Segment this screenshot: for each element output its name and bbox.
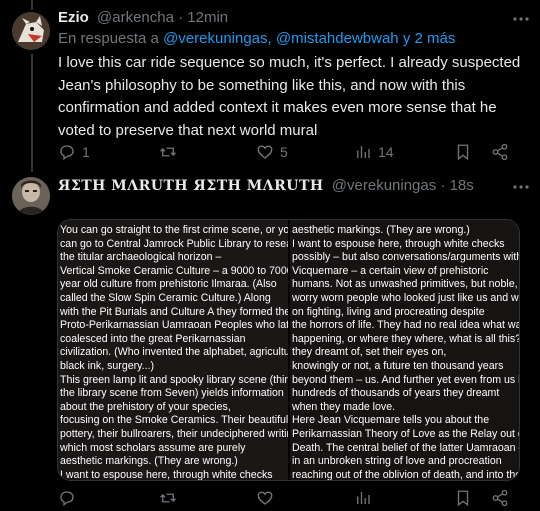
author-name[interactable]: Ezio <box>58 9 89 26</box>
image-text-line: Here Jean Vicquemare tells you about the <box>292 414 490 427</box>
image-text-line: aesthetic markings. (They are wrong.) <box>60 455 238 468</box>
reply-button[interactable]: 1 <box>58 143 90 161</box>
image-text-line: they dreamt of, set their eyes on, <box>292 346 447 359</box>
image-text-line: the library scene from Seven) yields inf… <box>60 387 284 400</box>
separator-dot: · <box>178 9 184 26</box>
image-text-line: Vicquemare – a certain view of prehistor… <box>292 264 489 277</box>
image-text-line: the horrors of life. They had no real id… <box>292 319 519 332</box>
image-text-line: in an unbroken string of love and procre… <box>292 455 502 468</box>
image-text-line: about the prehistory of your species, <box>60 400 231 413</box>
avatar-ezio[interactable] <box>12 12 50 50</box>
views-count: 14 <box>378 144 394 160</box>
image-text-line: reaching out of the oblivion of death, a… <box>292 468 519 480</box>
image-text-line: with the Pit Burials and Culture A they … <box>60 305 288 318</box>
retweet-icon <box>159 489 177 507</box>
image-text-line: the titular archaeological horizon – <box>60 251 222 264</box>
like-icon <box>256 489 274 507</box>
image-text-line: You can go straight to the first crime s… <box>60 224 288 236</box>
reply-count: 1 <box>82 144 90 160</box>
image-text-line: Death. The central belief of the latter … <box>292 441 519 454</box>
image-text-right: aesthetic markings. (They are wrong.) I w… <box>292 224 519 480</box>
image-text-line: which most scholars assume are purely <box>60 441 246 454</box>
image-text-line: when they made love. <box>292 400 396 413</box>
tweet-time[interactable]: 12min <box>187 9 228 26</box>
avatar-reth-maruth[interactable] <box>12 177 50 215</box>
share-button[interactable] <box>491 143 509 161</box>
image-text-line: possibly – but also conversations/argume… <box>292 251 519 264</box>
views-button[interactable] <box>354 489 372 507</box>
image-text-line: pottery, their bullroarers, their undeci… <box>60 427 288 440</box>
reply-icon <box>58 489 76 507</box>
reply-context: En respuesta a @verekuningas, @mistahdew… <box>58 29 455 49</box>
bookmark-icon <box>454 489 472 507</box>
image-text-line: I want to espouse here, through white ch… <box>292 237 505 250</box>
image-text-line: Proto-Perikarnassian Uamraoan Peoples wh… <box>60 319 288 332</box>
image-text-line: coalesced into the great Perikarnassian <box>60 332 246 345</box>
image-text-line: beyond them – us. And further yet even f… <box>292 373 519 386</box>
reply-button[interactable] <box>58 489 76 507</box>
views-button[interactable]: 14 <box>354 143 394 161</box>
separator-dot: · <box>440 177 446 194</box>
reply-icon <box>58 143 76 161</box>
image-text-line: focusing on the Smoke Ceramics. Their be… <box>60 414 288 427</box>
media-attachment[interactable]: You can go straight to the first crime s… <box>57 219 520 481</box>
like-button[interactable] <box>256 489 274 507</box>
like-icon <box>256 143 274 161</box>
image-text-line: knowingly or not, a future ten thousand … <box>292 359 504 372</box>
like-button[interactable]: 5 <box>256 143 288 161</box>
bookmark-button[interactable] <box>454 489 472 507</box>
more-icon[interactable] <box>512 178 530 196</box>
image-text-line: hundreds of thousands of years they drea… <box>292 387 500 400</box>
bookmark-button[interactable] <box>454 143 472 161</box>
image-text-line: civilization. (Who invented the alphabet… <box>60 346 288 359</box>
share-icon <box>491 489 509 507</box>
share-button[interactable] <box>491 489 509 507</box>
reply-prefix: En respuesta a <box>58 30 159 47</box>
media-image-right[interactable]: aesthetic markings. (They are wrong.) I w… <box>290 220 519 480</box>
retweet-icon <box>159 143 177 161</box>
bookmark-icon <box>454 143 472 161</box>
like-count: 5 <box>280 144 288 160</box>
image-text-line: Vertical Smoke Ceramic Culture – a 9000 … <box>60 264 288 277</box>
author-handle[interactable]: @arkencha <box>97 9 174 26</box>
image-text-line: on fighting, living and procreating desp… <box>292 305 485 318</box>
views-icon <box>354 489 372 507</box>
thread-line-mid <box>31 54 33 172</box>
retweet-button[interactable] <box>159 143 183 161</box>
image-text-line: black ink, surgery...) <box>60 359 154 372</box>
image-text-line: Perikarnassian Theory of Love as the Rel… <box>292 427 519 440</box>
tweet1-body: I love this car ride sequence so much, i… <box>58 54 521 139</box>
media-image-left[interactable]: You can go straight to the first crime s… <box>58 220 288 480</box>
tweet-time[interactable]: 18s <box>450 177 474 194</box>
image-text-line: year old culture from prehistoric Ilmara… <box>60 278 277 291</box>
image-text-line: humans. Not as unwashed primitives, but … <box>292 278 518 291</box>
views-icon <box>354 143 372 161</box>
image-text-line: called the Slow Spin Ceramic Culture.) A… <box>60 291 271 304</box>
author-handle[interactable]: @verekuningas <box>332 177 436 194</box>
retweet-button[interactable] <box>159 489 177 507</box>
image-text-line: worry worn people who looked just like u… <box>292 291 519 304</box>
reply-targets-link[interactable]: @verekuningas, @mistahdewbwah y 2 más <box>163 30 455 47</box>
share-icon <box>491 143 509 161</box>
author-name[interactable]: ЯΣΤΗ ΜΛRUΤΗ ЯΣΤΗ ΜΛRUΤΗ <box>58 178 324 194</box>
thread-line-top <box>31 0 33 10</box>
tweet1-header: Ezio @arkencha · 12min <box>58 8 228 28</box>
more-icon[interactable] <box>512 10 530 28</box>
image-text-line: happening, or where they where, what is … <box>292 332 519 345</box>
image-text-line: I want to espouse here, through white ch… <box>60 468 273 480</box>
image-text-line: This green lamp lit and spooky library s… <box>60 373 288 386</box>
tweet2-header: ЯΣΤΗ ΜΛRUΤΗ ЯΣΤΗ ΜΛRUΤΗ @verekuningas · … <box>58 176 474 196</box>
image-text-line: can go to Central Jamrock Public Library… <box>60 237 288 250</box>
image-text-left: You can go straight to the first crime s… <box>60 224 288 480</box>
image-text-line: aesthetic markings. (They are wrong.) <box>292 224 470 236</box>
